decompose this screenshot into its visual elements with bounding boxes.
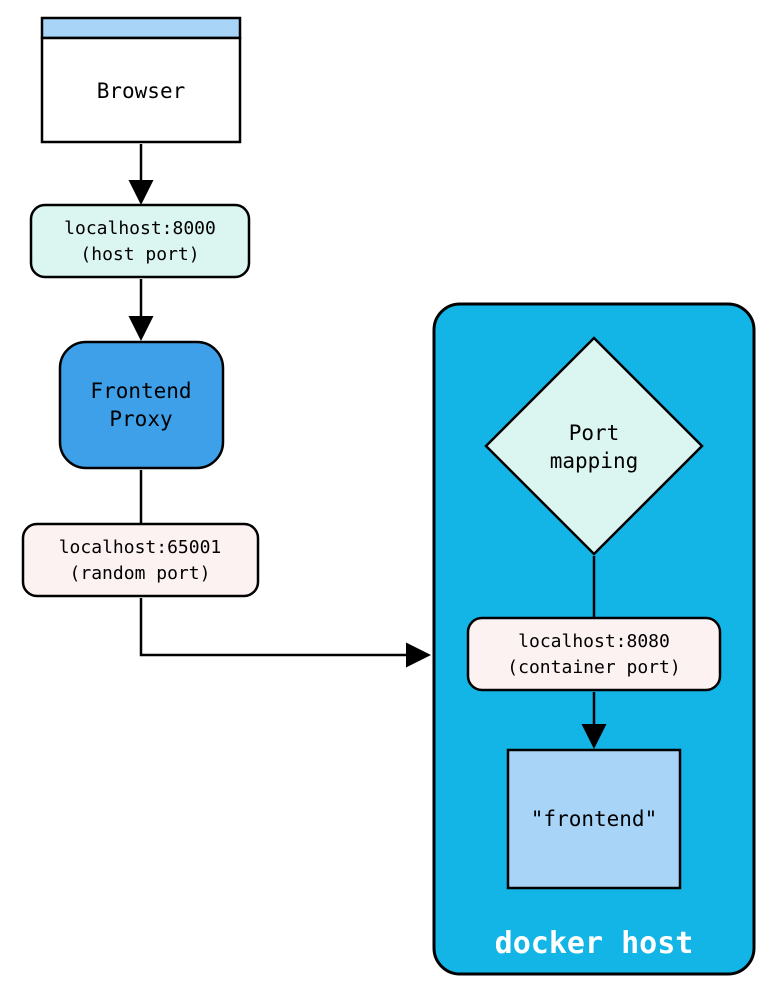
- container-port-code: localhost:8080: [518, 631, 670, 652]
- frontend-container-node: "frontend": [508, 750, 680, 888]
- container-port-sub: (container port): [507, 657, 680, 678]
- docker-host-label: docker host: [495, 926, 694, 961]
- frontend-container-label: "frontend": [531, 807, 657, 831]
- browser-node: Browser: [42, 18, 240, 142]
- port-mapping-line1: Port: [569, 421, 620, 445]
- container-port-pill: localhost:8080 (container port): [468, 618, 720, 690]
- frontend-proxy-line2: Proxy: [109, 407, 172, 431]
- port-mapping-line2: mapping: [550, 449, 639, 473]
- frontend-proxy-line1: Frontend: [90, 379, 191, 403]
- frontend-proxy-node: Frontend Proxy: [60, 342, 223, 468]
- arrow-randomport-to-docker: [141, 598, 426, 655]
- random-port-sub: (random port): [70, 563, 211, 584]
- random-port-pill: localhost:65001 (random port): [23, 524, 258, 596]
- browser-label: Browser: [97, 79, 186, 103]
- random-port-code: localhost:65001: [59, 537, 222, 558]
- host-port-pill: localhost:8000 (host port): [31, 205, 249, 277]
- host-port-sub: (host port): [80, 244, 199, 265]
- host-port-code: localhost:8000: [64, 218, 216, 239]
